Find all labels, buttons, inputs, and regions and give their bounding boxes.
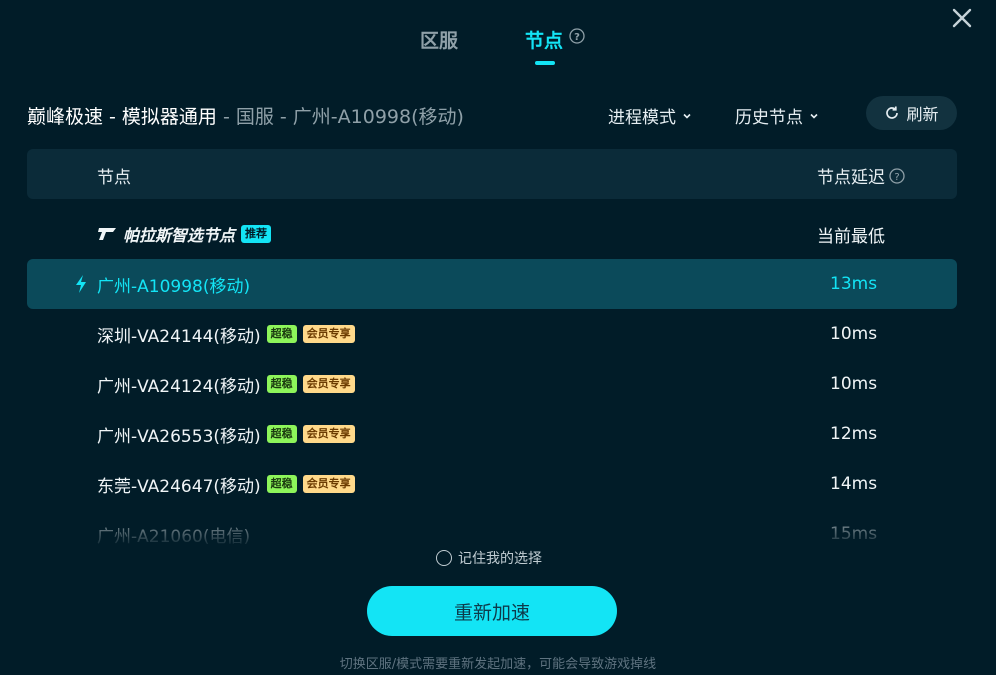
column-latency: 节点延迟 ? bbox=[817, 163, 905, 188]
vip-only-badge: 会员专享 bbox=[302, 425, 355, 443]
node-row[interactable]: 广州-VA24124(移动) 超稳 会员专享 10ms bbox=[27, 359, 957, 409]
node-latency: 12ms bbox=[830, 424, 878, 444]
refresh-button[interactable]: 刷新 bbox=[866, 96, 957, 130]
refresh-label: 刷新 bbox=[906, 105, 939, 124]
node-name: 广州-A21060(电信) bbox=[97, 526, 251, 545]
vip-only-badge: 会员专享 bbox=[302, 475, 355, 493]
node-row[interactable]: 深圳-VA24144(移动) 超稳 会员专享 10ms bbox=[27, 309, 957, 359]
remember-choice-label: 记住我的选择 bbox=[458, 551, 542, 567]
node-table-header: 节点 节点延迟 ? bbox=[27, 149, 957, 199]
close-icon bbox=[952, 8, 972, 28]
refresh-icon bbox=[886, 106, 899, 119]
recommended-badge: 推荐 bbox=[241, 225, 272, 243]
node-row[interactable]: 东莞-VA24647(移动) 超稳 会员专享 14ms bbox=[27, 459, 957, 509]
close-button[interactable] bbox=[950, 6, 974, 30]
help-icon[interactable]: ? bbox=[569, 28, 585, 44]
chevron-down-icon bbox=[810, 113, 818, 119]
node-latency: 15ms bbox=[830, 524, 878, 544]
smart-node-name: 帕拉斯智选节点 推荐 bbox=[97, 222, 272, 246]
active-tab-indicator bbox=[535, 61, 555, 65]
re-accelerate-button[interactable]: 重新加速 bbox=[367, 586, 617, 636]
node-latency: 10ms bbox=[830, 324, 878, 344]
route-title: 巅峰极速 - 模拟器通用 - 国服 - 广州-A10998(移动) bbox=[27, 102, 464, 129]
paras-logo-icon bbox=[98, 228, 116, 240]
node-row[interactable]: 广州-VA26553(移动) 超稳 会员专享 12ms bbox=[27, 409, 957, 459]
help-icon[interactable]: ? bbox=[889, 167, 905, 184]
svg-text:?: ? bbox=[574, 32, 580, 43]
super-stable-badge: 超稳 bbox=[266, 325, 297, 343]
node-name: 深圳-VA24144(移动) bbox=[97, 326, 261, 347]
node-name-group: 东莞-VA24647(移动) 超稳 会员专享 bbox=[97, 472, 355, 497]
node-name: 东莞-VA24647(移动) bbox=[97, 476, 261, 497]
node-name: 广州-VA26553(移动) bbox=[97, 426, 261, 447]
node-row-selected[interactable]: 广州-A10998(移动) 13ms bbox=[27, 259, 957, 309]
remember-choice-option[interactable]: 记住我的选择 bbox=[436, 548, 542, 568]
tab-region[interactable]: 区服 bbox=[420, 26, 458, 53]
vip-only-badge: 会员专享 bbox=[302, 375, 355, 393]
route-title-game: 巅峰极速 - 模拟器通用 bbox=[27, 106, 217, 128]
node-name: 广州-VA24124(移动) bbox=[97, 376, 261, 397]
super-stable-badge: 超稳 bbox=[266, 425, 297, 443]
svg-text:?: ? bbox=[894, 172, 899, 183]
node-latency: 13ms bbox=[830, 274, 878, 294]
chevron-down-icon bbox=[683, 113, 691, 119]
node-row[interactable]: 广州-A21060(电信) 15ms bbox=[27, 509, 957, 544]
route-header: 巅峰极速 - 模拟器通用 - 国服 - 广州-A10998(移动) 进程模式 历… bbox=[27, 96, 957, 130]
column-latency-label: 节点延迟 bbox=[817, 168, 885, 188]
node-name-group: 广州-VA26553(移动) 超稳 会员专享 bbox=[97, 422, 355, 447]
vip-only-badge: 会员专享 bbox=[302, 325, 355, 343]
radio-button[interactable] bbox=[436, 550, 452, 566]
node-latency: 14ms bbox=[830, 474, 878, 494]
super-stable-badge: 超稳 bbox=[266, 475, 297, 493]
history-nodes-label: 历史节点 bbox=[735, 108, 803, 128]
tab-node[interactable]: 节点 ? bbox=[525, 26, 585, 53]
node-list: 帕拉斯智选节点 推荐 当前最低 广州-A10998(移动) 13ms 深圳-VA… bbox=[27, 209, 957, 544]
node-latency: 10ms bbox=[830, 374, 878, 394]
node-name: 广州-A10998(移动) bbox=[97, 276, 251, 297]
node-name-group: 深圳-VA24144(移动) 超稳 会员专享 bbox=[97, 322, 355, 347]
lightning-icon bbox=[76, 275, 86, 293]
route-title-server: - 国服 - 广州-A10998(移动) bbox=[216, 106, 464, 128]
smart-node-row[interactable]: 帕拉斯智选节点 推荐 当前最低 bbox=[27, 209, 957, 259]
smart-node-latency: 当前最低 bbox=[817, 226, 885, 247]
super-stable-badge: 超稳 bbox=[266, 375, 297, 393]
footer-note: 切换区服/模式需要重新发起加速，可能会导致游戏掉线 bbox=[339, 657, 657, 672]
process-mode-dropdown[interactable]: 进程模式 bbox=[608, 103, 692, 128]
column-node: 节点 bbox=[97, 168, 131, 188]
history-nodes-dropdown[interactable]: 历史节点 bbox=[735, 103, 819, 128]
process-mode-label: 进程模式 bbox=[608, 108, 676, 128]
tab-node-label: 节点 bbox=[525, 30, 564, 52]
smart-node-label: 帕拉斯智选节点 bbox=[123, 226, 236, 245]
node-name-group: 广州-VA24124(移动) 超稳 会员专享 bbox=[97, 372, 355, 397]
